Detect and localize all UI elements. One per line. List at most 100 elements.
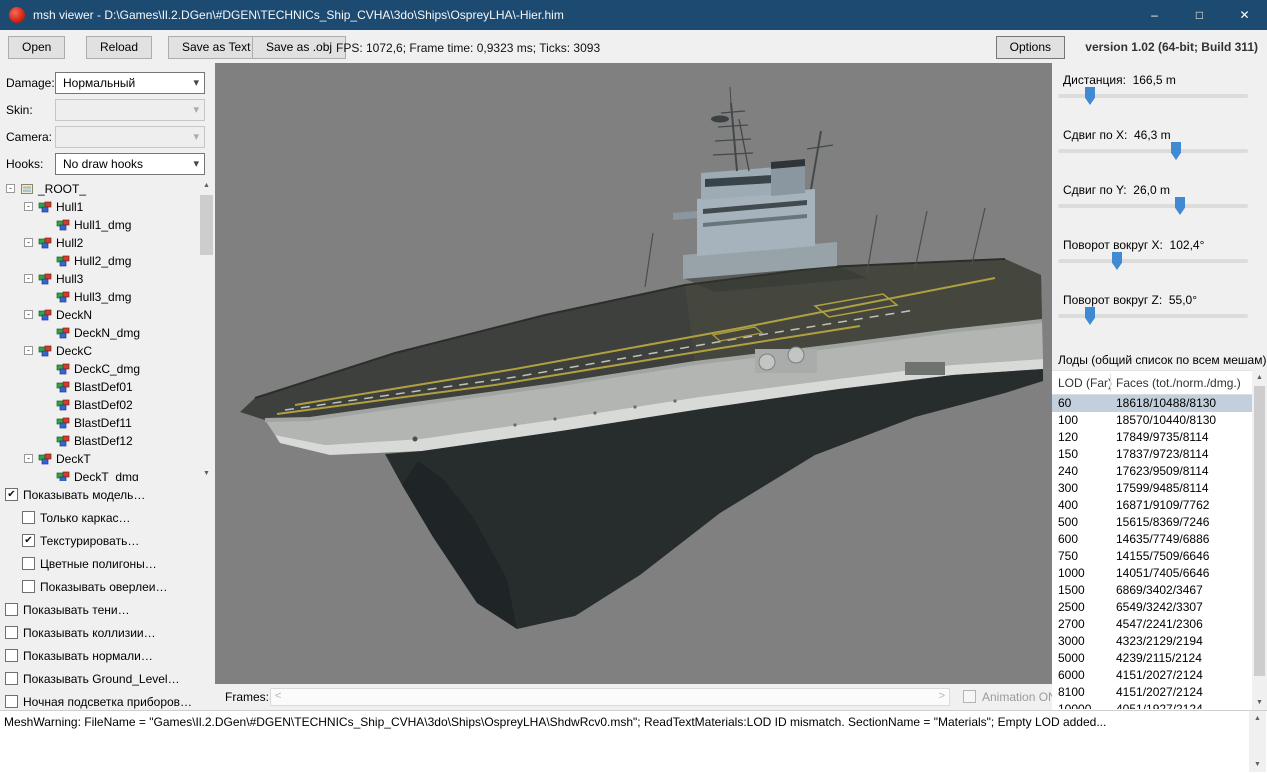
lod-table-row[interactable]: 25006549/3242/3307: [1052, 599, 1252, 616]
tree-item-hull2_dmg[interactable]: Hull2_dmg: [0, 252, 198, 270]
checkbox-night-instrument-lighting[interactable]: Ночная подсветка приборов…: [0, 694, 215, 710]
tree-scrollbar[interactable]: ▲▼: [198, 178, 215, 481]
hooks-dropdown[interactable]: No draw hooks▾: [55, 153, 205, 175]
viewport-3d[interactable]: [215, 63, 1052, 684]
lod-table-row[interactable]: 40016871/9109/7762: [1052, 497, 1252, 514]
checkbox-box[interactable]: [963, 690, 976, 703]
scroll-down-arrow[interactable]: ▼: [1252, 695, 1267, 710]
tree-item-deckc_dmg[interactable]: DeckC_dmg: [0, 360, 198, 378]
checkbox-box[interactable]: [5, 672, 18, 685]
lod-table-row[interactable]: 12017849/9735/8114: [1052, 429, 1252, 446]
frames-left-arrow[interactable]: <: [275, 690, 281, 702]
checkbox-show-collisions[interactable]: Показывать коллизии…: [0, 625, 215, 641]
scroll-up-arrow[interactable]: ▲: [1249, 711, 1266, 726]
checkbox-wireframe-only[interactable]: Только каркас…: [0, 510, 215, 526]
rotate-x-slider-track[interactable]: [1058, 259, 1248, 263]
tree-item-hull3_dmg[interactable]: Hull3_dmg: [0, 288, 198, 306]
lod-table-row[interactable]: 60014635/7749/6886: [1052, 531, 1252, 548]
tree-item-deckn[interactable]: -DeckN: [0, 306, 198, 324]
scroll-down-arrow[interactable]: ▼: [198, 466, 215, 481]
lod-table-row[interactable]: 15017837/9723/8114: [1052, 446, 1252, 463]
scroll-thumb[interactable]: [1254, 386, 1265, 676]
tree-item-deckt[interactable]: -DeckT: [0, 450, 198, 468]
options-button[interactable]: Options: [996, 36, 1065, 59]
scroll-up-arrow[interactable]: ▲: [198, 178, 215, 193]
checkbox-texture[interactable]: ✔Текстурировать…: [0, 533, 215, 549]
checkbox-box[interactable]: ✔: [5, 488, 18, 501]
lod-table-row[interactable]: 81004151/2027/2124: [1052, 684, 1252, 701]
save-as-obj-button[interactable]: Save as .obj: [252, 36, 346, 59]
lod-table-row[interactable]: 50015615/8369/7246: [1052, 514, 1252, 531]
frames-scrollbar[interactable]: < >: [270, 688, 950, 706]
tree-item-label: Hull2_dmg: [74, 254, 131, 268]
checkbox-show-shadows[interactable]: Показывать тени…: [0, 602, 215, 618]
checkbox-show-normals[interactable]: Показывать нормали…: [0, 648, 215, 664]
minimize-button[interactable]: –: [1132, 0, 1177, 30]
collapse-toggle[interactable]: -: [24, 274, 33, 283]
maximize-button[interactable]: □: [1177, 0, 1222, 30]
shift-y-slider-track[interactable]: [1058, 204, 1248, 208]
shift-y-slider-thumb[interactable]: [1175, 197, 1185, 215]
rotate-z-slider-thumb[interactable]: [1085, 307, 1095, 325]
tree-item-hull3[interactable]: -Hull3: [0, 270, 198, 288]
lod-table-row[interactable]: 60004151/2027/2124: [1052, 667, 1252, 684]
collapse-toggle[interactable]: -: [24, 202, 33, 211]
scroll-thumb[interactable]: [200, 195, 213, 255]
checkbox-show-ground-level[interactable]: Показывать Ground_Level…: [0, 671, 215, 687]
status-scrollbar[interactable]: ▲▼: [1249, 711, 1266, 772]
tree-item-blastdef12[interactable]: BlastDef12: [0, 432, 198, 450]
checkbox-show-model[interactable]: ✔Показывать модель…: [0, 487, 215, 503]
lod-table-row[interactable]: 100004051/1927/2124: [1052, 701, 1252, 709]
scroll-down-arrow[interactable]: ▼: [1249, 757, 1266, 772]
lod-table-row[interactable]: 30004323/2129/2194: [1052, 633, 1252, 650]
close-button[interactable]: ✕: [1222, 0, 1267, 30]
tree-item-blastdef01[interactable]: BlastDef01: [0, 378, 198, 396]
lod-table-row[interactable]: 50004239/2115/2124: [1052, 650, 1252, 667]
collapse-toggle[interactable]: -: [24, 346, 33, 355]
checkbox-box[interactable]: [5, 603, 18, 616]
lod-table-row[interactable]: 100014051/7405/6646: [1052, 565, 1252, 582]
mesh-icon: [56, 470, 70, 481]
lod-table-row[interactable]: 24017623/9509/8114: [1052, 463, 1252, 480]
collapse-toggle[interactable]: -: [24, 454, 33, 463]
checkbox-box[interactable]: [5, 649, 18, 662]
tree-item-hull1_dmg[interactable]: Hull1_dmg: [0, 216, 198, 234]
frames-right-arrow[interactable]: >: [939, 690, 945, 702]
checkbox-box[interactable]: [5, 626, 18, 639]
collapse-toggle[interactable]: -: [24, 238, 33, 247]
checkbox-show-overlays[interactable]: Показывать оверлеи…: [0, 579, 215, 595]
tree-item-_root_[interactable]: -_ROOT_: [0, 180, 198, 198]
lod-table-row[interactable]: 10018570/10440/8130: [1052, 412, 1252, 429]
collapse-toggle[interactable]: -: [24, 310, 33, 319]
save-as-text-button[interactable]: Save as Text: [168, 36, 264, 59]
lod-table-row[interactable]: 27004547/2241/2306: [1052, 616, 1252, 633]
checkbox-box[interactable]: [22, 557, 35, 570]
tree-item-hull2[interactable]: -Hull2: [0, 234, 198, 252]
shift-x-slider-track[interactable]: [1058, 149, 1248, 153]
checkbox-box[interactable]: [22, 511, 35, 524]
damage-dropdown[interactable]: Нормальный▾: [55, 72, 205, 94]
distance-slider-thumb[interactable]: [1085, 87, 1095, 105]
lod-table-row[interactable]: 75014155/7509/6646: [1052, 548, 1252, 565]
lod-table-row[interactable]: 6018618/10488/8130: [1052, 395, 1252, 412]
toolbar: Open Reload Save as Text Save as .obj FP…: [0, 30, 1267, 63]
lod-table-row[interactable]: 30017599/9485/8114: [1052, 480, 1252, 497]
tree-item-deckc[interactable]: -DeckC: [0, 342, 198, 360]
tree-item-hull1[interactable]: -Hull1: [0, 198, 198, 216]
collapse-toggle[interactable]: -: [6, 184, 15, 193]
tree-item-deckt_dmg[interactable]: DeckT_dmg: [0, 468, 198, 481]
shift-x-slider-thumb[interactable]: [1171, 142, 1181, 160]
checkbox-box[interactable]: [22, 580, 35, 593]
tree-item-blastdef11[interactable]: BlastDef11: [0, 414, 198, 432]
tree-item-blastdef02[interactable]: BlastDef02: [0, 396, 198, 414]
checkbox-box[interactable]: [5, 695, 18, 708]
checkbox-box[interactable]: ✔: [22, 534, 35, 547]
lod-scrollbar[interactable]: ▲▼: [1252, 370, 1267, 710]
lod-table-row[interactable]: 15006869/3402/3467: [1052, 582, 1252, 599]
tree-item-deckn_dmg[interactable]: DeckN_dmg: [0, 324, 198, 342]
scroll-up-arrow[interactable]: ▲: [1252, 370, 1267, 385]
checkbox-colored-polygons[interactable]: Цветные полигоны…: [0, 556, 215, 572]
reload-button[interactable]: Reload: [86, 36, 152, 59]
rotate-x-slider-thumb[interactable]: [1112, 252, 1122, 270]
open-button[interactable]: Open: [8, 36, 65, 59]
